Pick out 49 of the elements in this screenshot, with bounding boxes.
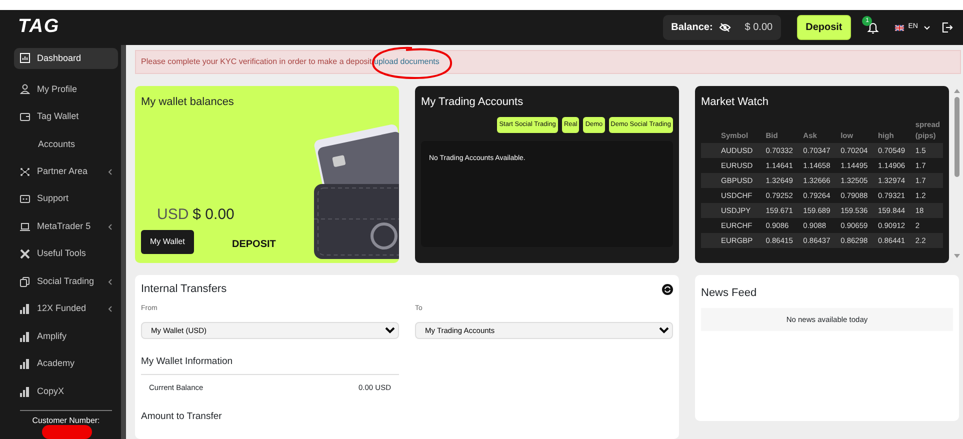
logout-icon[interactable] [942,22,953,33]
card-title: My Trading Accounts [421,96,524,110]
bell-icon[interactable] [867,21,880,34]
alert-message: Please complete your KYC verification in order to make a deposit upload documents [135,50,961,74]
section-title: My Wallet Information [141,354,399,375]
sidebar-item[interactable]: Support [14,185,118,213]
deposit-link[interactable]: DEPOSIT [232,237,276,252]
laptop-icon [20,222,30,232]
bar-chart-icon [20,332,30,342]
customer-number-label: Customer Number: [31,415,101,428]
wallet-balance: USD $ 0.00 [157,205,234,225]
sidebar-item[interactable]: Dashboard [14,48,118,69]
bar-chart-icon [20,359,30,370]
upload-documents-link[interactable]: upload documents [374,57,440,66]
sidebar-item[interactable]: 12X Funded [14,295,118,323]
grid-chart-icon [20,53,30,64]
card-title: Market Watch [701,96,770,110]
logo: TAG [18,15,60,40]
redaction-block [42,425,92,439]
sidebar-item[interactable]: My Profile [14,76,118,104]
sidebar-item[interactable]: Tag Wallet [14,103,118,131]
sidebar-item[interactable]: Partner Area [14,158,118,186]
sidebar-item[interactable]: Social Trading [14,268,118,296]
card-title: Internal Transfers [141,283,227,296]
refresh-icon[interactable] [662,284,673,296]
my-wallet-button[interactable]: My Wallet [141,230,194,254]
balance-label: Balance: [671,21,713,35]
sidebar-item[interactable]: Accounts [14,130,118,158]
card-title: My wallet balances [141,96,235,110]
sidebar-item[interactable]: Academy [14,350,118,378]
user-icon [20,84,30,94]
caret-down-icon [924,26,930,30]
sidebar-item[interactable]: CopyX [14,378,118,406]
bar-chart-icon [20,304,30,314]
balance-value: $ 0.00 [744,21,773,35]
bar-chart-icon [20,386,30,396]
wallet-icon [20,112,30,122]
card-title: News Feed [701,287,758,300]
deposit-button[interactable]: Deposit [796,15,852,40]
eye-slash-icon[interactable] [718,23,731,32]
copy-icon [20,276,30,287]
ticket-icon [20,194,30,204]
section-title: Amount to Transfer [141,410,223,424]
tools-icon [20,249,30,260]
sidebar-item[interactable]: Amplify [14,322,118,350]
flag-icon [895,24,904,30]
network-icon [20,166,30,177]
sidebar-item[interactable]: MetaTrader 5 [14,212,118,240]
sidebar-item[interactable]: Useful Tools [14,240,118,268]
